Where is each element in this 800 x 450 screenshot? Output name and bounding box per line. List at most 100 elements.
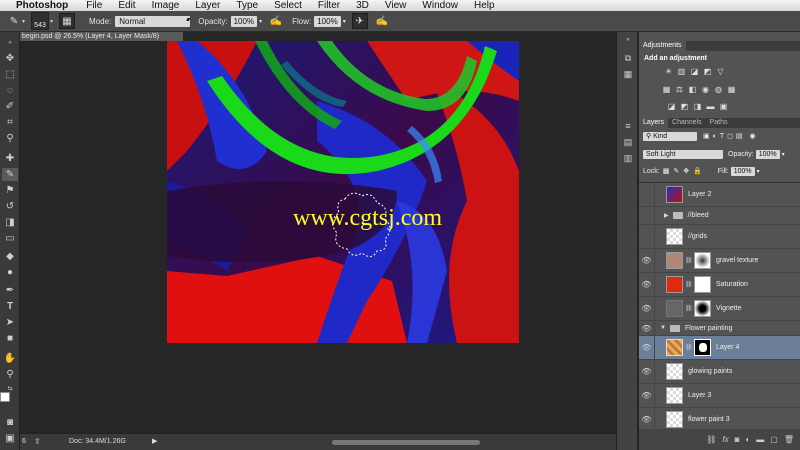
gradient-map-icon[interactable]: ▬: [706, 102, 715, 111]
layer-mask-thumbnail[interactable]: [694, 339, 711, 356]
new-adjustment-icon[interactable]: ◐: [745, 435, 750, 444]
visibility-toggle[interactable]: 👁: [639, 296, 655, 321]
layer-filter-dropdown[interactable]: ⚲ Kind: [643, 131, 697, 141]
brightness-icon[interactable]: ☀: [664, 67, 673, 76]
shape-tool-icon[interactable]: ■: [2, 332, 18, 345]
menu-file[interactable]: File: [78, 0, 110, 11]
levels-icon[interactable]: ▥: [677, 67, 686, 76]
flow-dropdown-icon[interactable]: ▾: [343, 18, 346, 25]
link-icon[interactable]: ⛓: [685, 344, 693, 351]
properties-panel-icon[interactable]: ▥: [621, 152, 635, 164]
screen-mode-icon[interactable]: ▣: [2, 432, 18, 445]
brush-tool-icon[interactable]: ✎: [2, 168, 18, 181]
crop-tool-icon[interactable]: ⌗: [2, 116, 18, 129]
visibility-toggle[interactable]: [639, 206, 655, 225]
menu-window[interactable]: Window: [414, 0, 466, 11]
posterize-icon[interactable]: ◩: [680, 102, 689, 111]
link-layers-icon[interactable]: ⛓: [706, 435, 716, 444]
link-icon[interactable]: ⛓: [685, 281, 693, 288]
foreground-color-swatch[interactable]: [0, 392, 10, 402]
link-icon[interactable]: ⛓: [685, 257, 693, 264]
photo-filter-icon[interactable]: ◉: [701, 85, 710, 94]
pressure-size-button[interactable]: ✍: [374, 13, 390, 29]
menu-layer[interactable]: Layer: [187, 0, 228, 11]
airbrush-button[interactable]: ✈: [351, 13, 368, 29]
flow-field[interactable]: 100%: [314, 15, 341, 27]
visibility-toggle[interactable]: 👁: [639, 320, 655, 336]
swatches-panel-icon[interactable]: ▤: [621, 136, 635, 148]
new-group-icon[interactable]: ▬: [756, 435, 764, 444]
path-select-tool-icon[interactable]: ➤: [2, 316, 18, 329]
brush-panel-toggle[interactable]: ▦: [59, 13, 76, 29]
actions-panel-icon[interactable]: ▦: [621, 68, 635, 80]
invert-icon[interactable]: ◪: [667, 102, 676, 111]
type-tool-icon[interactable]: T: [2, 300, 18, 313]
quick-mask-icon[interactable]: ◙: [2, 416, 18, 429]
add-mask-icon[interactable]: ◙: [735, 435, 740, 444]
visibility-toggle[interactable]: 👁: [639, 335, 655, 360]
zoom-tool-icon[interactable]: ⚲: [2, 368, 18, 381]
app-name[interactable]: Photoshop: [0, 0, 78, 11]
layer-row-layer-4[interactable]: 👁 ⛓ Layer 4: [639, 335, 800, 360]
lock-icons[interactable]: ▩✎✥🔒: [663, 167, 706, 175]
document-tab[interactable]: begin.psd @ 26.5% (Layer 4, Layer Mask/8…: [20, 32, 183, 41]
export-icon[interactable]: ⇪: [34, 437, 41, 446]
clone-stamp-tool-icon[interactable]: ⚑: [2, 184, 18, 197]
visibility-toggle[interactable]: 👁: [639, 383, 655, 408]
black-white-icon[interactable]: ◧: [688, 85, 697, 94]
hue-saturation-icon[interactable]: ▦: [662, 85, 671, 94]
horizontal-scrollbar[interactable]: [332, 440, 480, 445]
menu-image[interactable]: Image: [144, 0, 188, 11]
visibility-toggle[interactable]: [639, 182, 655, 207]
eraser-tool-icon[interactable]: ◨: [2, 216, 18, 229]
layer-row-glowing-paints[interactable]: 👁 glowing paints: [639, 359, 800, 384]
layer-row-flower-painting[interactable]: 👁 ▼ Flower painting: [639, 320, 800, 336]
exposure-icon[interactable]: ◩: [703, 67, 712, 76]
hand-tool-icon[interactable]: ✋: [2, 352, 18, 365]
layer-row-grids[interactable]: //grids: [639, 224, 800, 249]
expand-arrow-icon[interactable]: ▶: [664, 212, 669, 219]
layer-mask-thumbnail[interactable]: [694, 300, 711, 317]
opacity-field[interactable]: 100%: [230, 15, 258, 27]
layer-filter-icons[interactable]: ▣◐T◻▤: [703, 132, 746, 140]
delete-layer-icon[interactable]: 🗑: [784, 435, 794, 444]
selective-color-icon[interactable]: ▣: [719, 102, 728, 111]
layer-filter-toggle-icon[interactable]: ◉: [750, 132, 756, 140]
curves-icon[interactable]: ◪: [690, 67, 699, 76]
fill-dropdown-icon[interactable]: ▾: [757, 168, 760, 175]
status-menu-arrow-icon[interactable]: ▶: [152, 437, 157, 445]
layer-mask-thumbnail[interactable]: [694, 252, 711, 269]
vibrance-icon[interactable]: ▽: [716, 67, 725, 76]
threshold-icon[interactable]: ◨: [693, 102, 702, 111]
tab-adjustments[interactable]: Adjustments: [639, 41, 686, 51]
layer-row-layer-3[interactable]: 👁 Layer 3: [639, 383, 800, 408]
layer-row-gravel-texture[interactable]: 👁 ⛓ gravel texture: [639, 248, 800, 273]
brush-size-picker[interactable]: 543 ▾: [31, 12, 53, 30]
menu-help[interactable]: Help: [466, 0, 503, 11]
menu-type[interactable]: Type: [228, 0, 266, 11]
healing-brush-tool-icon[interactable]: ✚: [2, 152, 18, 165]
visibility-toggle[interactable]: 👁: [639, 248, 655, 273]
menu-edit[interactable]: Edit: [110, 0, 143, 11]
layer-row-layer-2[interactable]: Layer 2: [639, 182, 800, 207]
visibility-toggle[interactable]: 👁: [639, 359, 655, 384]
layer-opacity-field[interactable]: 100%: [755, 149, 780, 159]
menu-filter[interactable]: Filter: [310, 0, 348, 11]
layer-opacity-dropdown-icon[interactable]: ▾: [782, 151, 785, 158]
history-panel-icon[interactable]: ⧉: [621, 52, 635, 64]
visibility-toggle[interactable]: 👁: [639, 272, 655, 297]
new-layer-icon[interactable]: ▢: [770, 435, 778, 444]
channel-mixer-icon[interactable]: ◍: [714, 85, 723, 94]
layer-mask-thumbnail[interactable]: [694, 276, 711, 293]
artwork-canvas[interactable]: [167, 41, 519, 343]
link-icon[interactable]: ⛓: [685, 305, 693, 312]
fill-field[interactable]: 100%: [730, 166, 755, 176]
gradient-tool-icon[interactable]: ▭: [2, 232, 18, 245]
menu-select[interactable]: Select: [266, 0, 310, 11]
layer-row-saturation[interactable]: 👁 ⛓ Saturation: [639, 272, 800, 297]
blur-tool-icon[interactable]: ◆: [2, 250, 18, 263]
menu-3d[interactable]: 3D: [348, 0, 377, 11]
blend-mode-dropdown[interactable]: Soft Light: [643, 149, 723, 159]
eyedropper-tool-icon[interactable]: ⚲: [2, 132, 18, 145]
opacity-dropdown-icon[interactable]: ▾: [259, 18, 262, 25]
